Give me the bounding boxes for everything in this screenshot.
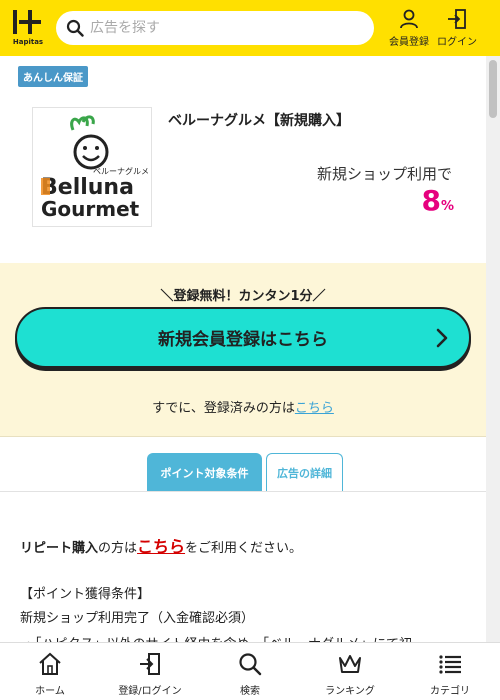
nav-ranking-label: ランキング — [325, 686, 375, 697]
tab-point-conditions[interactable]: ポイント対象条件 — [147, 453, 262, 492]
repeat-purchase-note: リピート購入の方はこちらをご利用ください。 — [20, 535, 480, 561]
user-icon — [400, 9, 418, 29]
anshin-badge: あんしん保証 — [18, 66, 88, 87]
home-icon — [39, 652, 61, 675]
rate-unit: % — [440, 199, 454, 214]
login-icon — [448, 9, 466, 29]
shop-title: ベルーナグルメ【新規購入】 — [168, 113, 350, 129]
detail-tabs: ポイント対象条件 広告の詳細 — [147, 453, 343, 492]
chevron-right-icon — [436, 328, 448, 348]
nav-ranking[interactable]: ランキング — [300, 643, 400, 700]
condition-heading: 【ポイント獲得条件】 — [20, 587, 151, 602]
signup-button[interactable]: 新規会員登録はこちら — [15, 307, 471, 368]
already-registered-text: すでに、登録済みの方は — [152, 401, 295, 416]
belluna-gourmet-logo: ベルーナグルメ Belluna Gourmet — [41, 115, 149, 221]
login-label: ログイン — [437, 37, 477, 48]
rate-label: 新規ショップ利用で — [316, 165, 452, 183]
signup-button-label: 新規会員登録はこちら — [158, 330, 328, 350]
search-icon — [239, 653, 262, 676]
header: Hapitas 会員登録 ログイン — [0, 0, 500, 56]
register-label: 会員登録 — [389, 37, 429, 48]
repeat-mid: の方は — [98, 541, 138, 556]
logo-text: Hapitas — [12, 38, 44, 46]
nav-category-label: カテゴリ — [430, 686, 470, 697]
already-registered-line: すでに、登録済みの方はこちら — [0, 397, 486, 416]
search-icon — [66, 19, 84, 37]
scrollbar-track[interactable] — [486, 56, 500, 642]
logo-line2: Gourmet — [41, 197, 140, 221]
nav-search-label: 検索 — [240, 686, 260, 697]
crown-icon — [339, 655, 361, 673]
repeat-strong: リピート購入 — [20, 541, 99, 556]
rate-value: 8% — [421, 184, 454, 217]
nav-home-label: ホーム — [35, 686, 65, 697]
login-button[interactable]: ログイン — [433, 8, 481, 50]
already-registered-link[interactable]: こちら — [295, 401, 334, 416]
scrollbar-thumb[interactable] — [489, 60, 497, 118]
search-input[interactable] — [90, 20, 350, 36]
nav-category[interactable]: カテゴリ — [400, 643, 500, 700]
register-section: ＼登録無料！カンタン1分／ 新規会員登録はこちら すでに、登録済みの方はこちら — [0, 263, 486, 437]
list-icon — [439, 655, 461, 674]
repeat-tail: をご利用ください。 — [185, 541, 303, 556]
condition-line: 新規ショップ利用完了（入金確認必須） — [20, 611, 255, 626]
nav-home[interactable]: ホーム — [0, 643, 100, 700]
nav-search[interactable]: 検索 — [200, 643, 300, 700]
register-button[interactable]: 会員登録 — [385, 8, 433, 50]
shop-logo: ベルーナグルメ Belluna Gourmet — [32, 107, 152, 227]
rate-number: 8 — [421, 184, 441, 217]
nav-login[interactable]: 登録/ログイン — [100, 643, 200, 700]
free-registration-text: ＼登録無料！カンタン1分／ — [160, 289, 326, 304]
repeat-link[interactable]: こちら — [137, 537, 185, 556]
search-bar[interactable] — [56, 11, 374, 45]
hapitas-logo-mark — [13, 10, 41, 34]
login-icon — [140, 653, 160, 675]
tab-ad-details[interactable]: 広告の詳細 — [266, 453, 343, 492]
hapitas-logo[interactable]: Hapitas — [8, 6, 48, 50]
bottom-nav: ホーム 登録/ログイン 検索 ランキング カテゴリ — [0, 642, 500, 700]
nav-login-label: 登録/ログイン — [118, 686, 182, 697]
tab-divider — [0, 491, 486, 492]
